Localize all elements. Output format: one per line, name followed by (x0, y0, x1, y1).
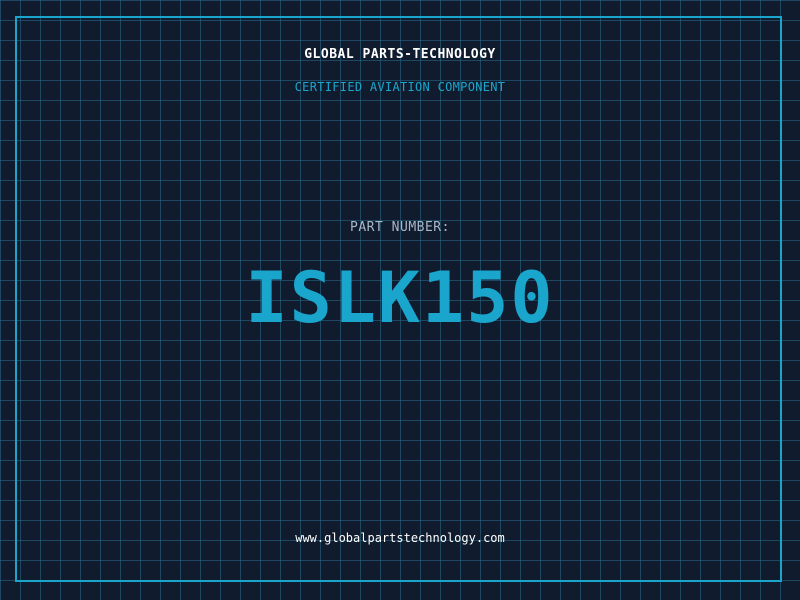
website-url: www.globalpartstechnology.com (295, 531, 505, 545)
company-name: GLOBAL PARTS-TECHNOLOGY (304, 47, 496, 62)
certification-subtitle: CERTIFIED AVIATION COMPONENT (294, 80, 506, 94)
part-number-value: ISLK150 (245, 257, 555, 339)
part-number-label: PART NUMBER: (350, 220, 450, 235)
